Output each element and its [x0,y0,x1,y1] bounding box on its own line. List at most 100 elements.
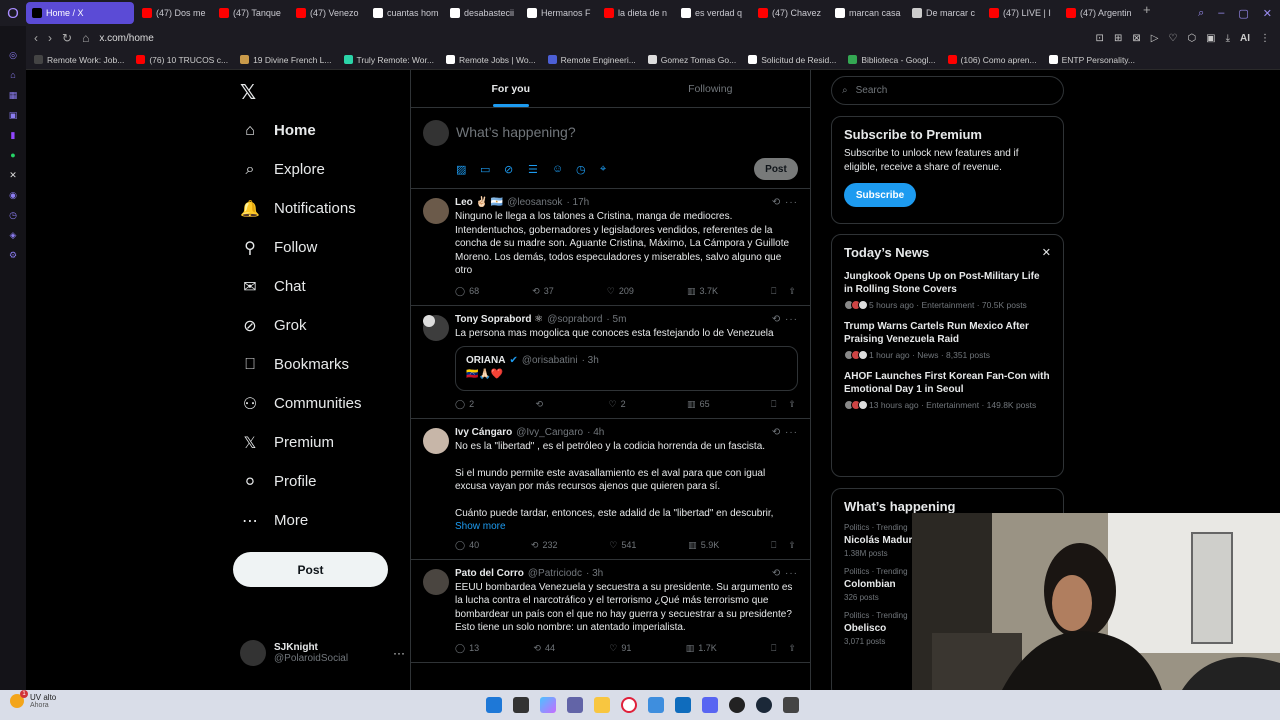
tweet-author-handle[interactable]: @soprabord [547,314,602,325]
tweet-more-icon[interactable]: ⟲ ··· [772,427,798,438]
reply-button[interactable]: ◯ 2 [455,399,474,410]
close-icon[interactable]: ✕ [1042,246,1051,259]
share-icon[interactable]: ⇪ [788,643,796,654]
image-icon[interactable]: ▨ [456,163,466,176]
views-button[interactable]: ▥ 1.7K [686,643,717,654]
nav-item-bookmarks[interactable]: ⎕ Bookmarks [230,345,410,384]
reload-icon[interactable]: ↻ [62,31,72,45]
bookmark-item[interactable]: 19 Divine French L... [240,55,332,65]
obs-icon[interactable] [729,697,745,713]
x-icon[interactable]: ✕ [6,168,20,182]
like-button[interactable]: ♡ 2 [609,399,626,410]
subscribe-button[interactable]: Subscribe [844,183,916,207]
share-icon[interactable]: ⇪ [788,286,796,297]
quoted-tweet[interactable]: ORIANA ✔ @orisabatini · 3h 🇻🇪🙏🏻❤️ [423,314,798,391]
like-button[interactable]: ♡ 541 [609,540,636,551]
browser-tab[interactable]: (47) LIVE | I [983,2,1058,24]
bookmark-item[interactable]: (76) 10 TRUCOS c... [136,55,228,65]
compose-post-button[interactable]: Post [754,158,798,180]
new-tab-icon[interactable]: + [1137,2,1151,24]
bookmark-item[interactable]: ENTP Personality... [1048,55,1135,65]
history-icon[interactable]: ◷ [6,208,20,222]
emoji-icon[interactable]: ☺ [552,163,563,175]
tweet-author-handle[interactable]: @Patriciodc [528,568,582,579]
tweet[interactable]: Pato del Corro @Patriciodc · 3h ⟲ ··· EEUU b… [411,560,810,663]
repost-button[interactable]: ⟲ [536,399,548,410]
settings-icon[interactable]: ⚙ [6,248,20,262]
reply-button[interactable]: ◯ 68 [455,286,479,297]
tweet[interactable]: Leo ✌🏻 🇦🇷 @leosansok · 17h ⟲ ··· Ninguno le … [411,189,810,306]
browser-tab[interactable]: (47) Venezo [290,2,365,24]
opera-taskbar-icon[interactable] [621,697,637,713]
nav-item-communities[interactable]: ⚇ Communities [230,384,410,423]
views-button[interactable]: ▥ 3.7K [687,286,718,297]
browser-tab[interactable]: (47) Argentin [1060,2,1135,24]
tweet-time[interactable]: · 5m [606,314,626,325]
tweet-author-handle[interactable]: @Ivy_Cangaro [516,427,583,438]
pinboard-icon[interactable]: ◈ [6,228,20,242]
grok-icon[interactable]: ⊘ [504,163,513,176]
browser-tab[interactable]: la dieta de n [598,2,673,24]
extensions-icon[interactable]: ⬡ [1187,33,1196,44]
bookmark-item[interactable]: (106) Como apren... [947,55,1037,65]
discord-icon[interactable] [702,697,718,713]
tweet-time[interactable]: · 17h [566,197,589,208]
url-field[interactable]: x.com/home [99,33,153,44]
search-input[interactable]: ⌕ Search [831,76,1064,105]
messenger-icon[interactable]: ▣ [6,108,20,122]
tweet-author-handle[interactable]: @leosansok [507,197,562,208]
bookmark-icon[interactable]: ⎕ [771,540,776,551]
ai-button[interactable]: AI [1240,33,1250,44]
views-button[interactable]: ▥ 5.9K [688,540,719,551]
nav-item-follow[interactable]: ⚲ Follow [230,228,410,267]
browser-tab[interactable]: es verdad q [675,2,750,24]
tab-for-you[interactable]: For you [411,70,611,107]
schedule-icon[interactable]: ◷ [576,163,586,176]
tweet-more-icon[interactable]: ⟲ ··· [772,197,798,208]
tweet-author-name[interactable]: Tony Soprabord ⚛ [455,314,543,325]
browser-tab[interactable]: desabastecii [444,2,519,24]
like-button[interactable]: ♡ 209 [607,286,634,297]
tweet-author-name[interactable]: Ivy Cángaro [455,427,512,438]
bookmark-icon[interactable]: ⎕ [771,643,776,654]
more-icon[interactable]: ··· [393,646,405,660]
weather-widget[interactable]: 1 UV alto Ahora [10,690,56,709]
tweet[interactable]: Ivy Cángaro @Ivy_Cangaro · 4h ⟲ ··· No es la… [411,419,810,560]
browser-tab[interactable]: Hermanos F [521,2,596,24]
menu-icon[interactable]: ⋮ [1260,33,1270,44]
news-item[interactable]: AHOF Launches First Korean Fan-Con with … [844,370,1051,410]
vpn-icon[interactable]: ⊠ [1132,33,1140,44]
avatar[interactable] [423,198,449,224]
tweet-more-icon[interactable]: ⟲ ··· [772,314,798,325]
extension-icon[interactable]: ⌂ [6,68,20,82]
poll-icon[interactable]: ☰ [528,163,538,176]
bookmark-item[interactable]: Solicitud de Resid... [748,55,836,65]
nav-item-notifications[interactable]: 🔔 Notifications [230,189,410,228]
heart-icon[interactable]: ♡ [1168,33,1177,44]
forward-icon[interactable]: › [48,31,52,45]
pin-icon[interactable]: ⊡ [1096,33,1104,44]
bookmark-item[interactable]: Remote Work: Job... [34,55,124,65]
aria-icon[interactable]: ◎ [6,48,20,62]
bookmark-icon[interactable]: ⎕ [771,399,776,410]
search-tabs-icon[interactable]: ⌕ [1198,7,1204,20]
tweet-author-name[interactable]: Leo ✌🏻 🇦🇷 [455,197,503,208]
repost-button[interactable]: ⟲ 232 [531,540,558,551]
start-icon[interactable] [486,697,502,713]
nav-item-explore[interactable]: ⌕ Explore [230,150,410,189]
show-more-link[interactable]: Show more [455,521,798,532]
browser-tab[interactable]: Home / X [26,2,134,24]
tweet-more-icon[interactable]: ⟲ ··· [772,568,798,579]
download-icon[interactable]: ⤓ [1226,33,1230,44]
bookmark-icon[interactable]: ⎕ [771,286,776,297]
whatsapp-icon[interactable]: ● [6,148,20,162]
twitch-icon[interactable]: ▮ [6,128,20,142]
steam-icon[interactable] [756,697,772,713]
mail-icon[interactable] [675,697,691,713]
site-info-icon[interactable]: ⌂ [82,31,89,45]
music-icon[interactable]: ◉ [6,188,20,202]
share-icon[interactable]: ⇪ [788,399,796,410]
reply-button[interactable]: ◯ 40 [455,540,479,551]
play-icon[interactable]: ▷ [1151,33,1159,44]
maximize-icon[interactable]: ▢ [1238,7,1248,20]
